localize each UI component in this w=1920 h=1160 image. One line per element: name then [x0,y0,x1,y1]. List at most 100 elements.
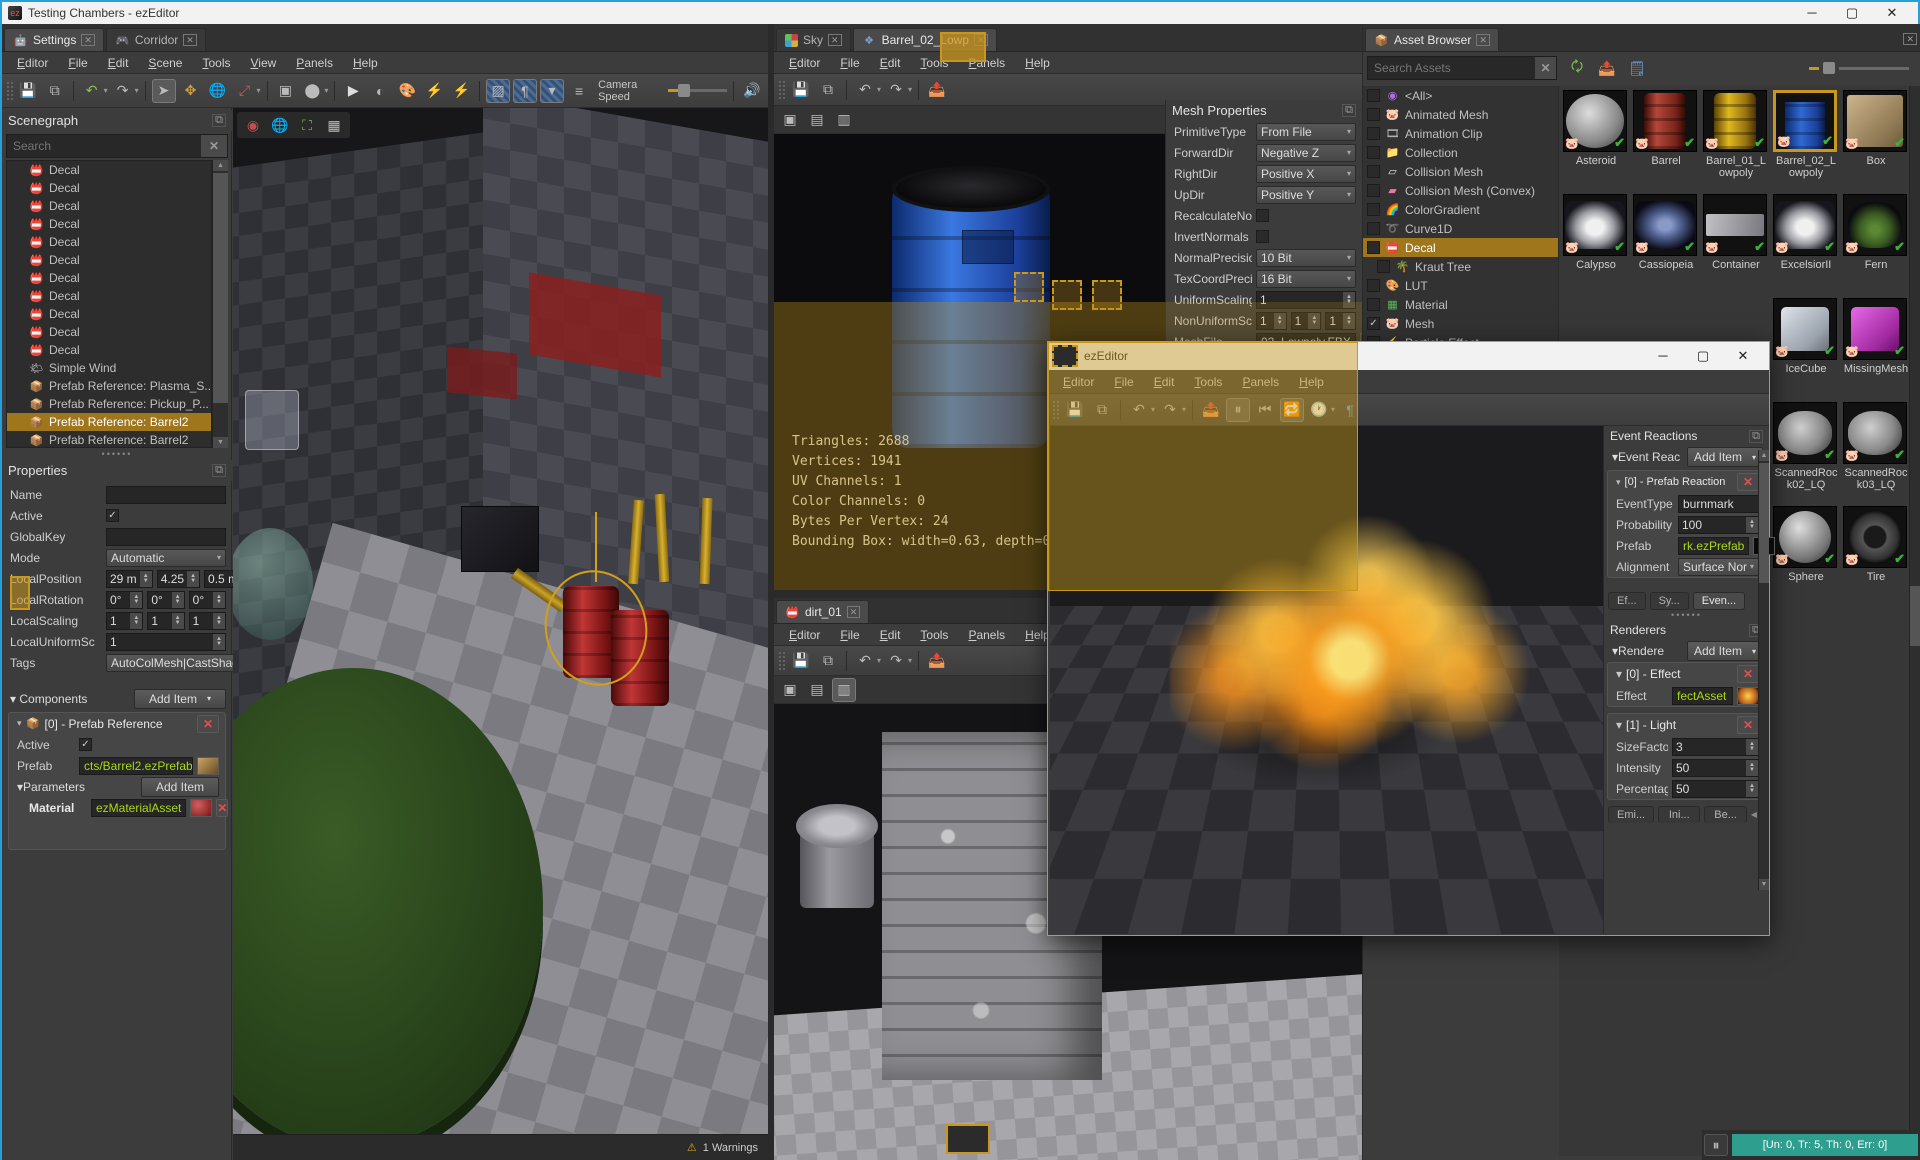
menu-file[interactable]: File [831,625,868,645]
active-checkbox[interactable]: ✓ [79,738,92,751]
scenegraph-item[interactable]: 📛 Decal [7,215,211,233]
spinner-arrows-icon[interactable]: ▲▼ [187,571,199,587]
spinner-arrows-icon[interactable]: ▲▼ [1746,517,1758,533]
fullscreen-icon[interactable]: ⛶ [295,113,319,137]
asset-item-excelsiorii[interactable]: 🐷 ✔ ExcelsiorII [1773,194,1839,271]
asset-search-input[interactable] [1368,58,1535,78]
menu-editor[interactable]: Editor [780,625,829,645]
close-panel-icon[interactable]: ✕ [1903,33,1917,45]
type-checkbox[interactable] [1367,89,1380,102]
clear-search-icon[interactable]: ✕ [1535,57,1556,79]
render-mode-icon[interactable]: ▣ [778,108,802,132]
type-checkbox[interactable] [1367,222,1380,235]
export-icon[interactable]: 📤 [925,649,949,673]
close-tab-icon[interactable]: ✕ [828,34,842,46]
add-event-reaction-button[interactable]: Add Item ▾ [1687,447,1763,467]
asset-thumbnail[interactable]: 🐷 ✔ [1563,194,1627,256]
flash-icon[interactable]: ⚡ [422,79,446,103]
asset-thumbnail[interactable]: 🐷 ✔ [1703,194,1767,256]
asset-type-kraut-tree[interactable]: 🌴 Kraut Tree [1363,257,1558,276]
undo-icon[interactable]: ↶ [853,78,877,102]
menu-file[interactable]: File [59,53,96,73]
type-checkbox[interactable] [1367,108,1380,121]
asset-thumbnail[interactable]: 🐷 ✔ [1563,90,1627,152]
scenegraph-item[interactable]: 📛 Decal [7,323,211,341]
parameters-expander[interactable]: ▾Parameters [17,780,85,794]
asset-item-sphere[interactable]: 🐷 ✔ Sphere [1773,506,1839,583]
asset-type-collision-mesh[interactable]: ▱ Collision Mesh [1363,162,1558,181]
grip-handle[interactable] [778,80,786,100]
dropdown-arrow-icon[interactable]: ▾ [135,86,139,95]
menu-scene[interactable]: Scene [139,53,191,73]
material-asset-field[interactable]: ezMaterialAsset [91,799,186,817]
export-red-icon[interactable]: 📤 [1595,56,1619,80]
prefab-thumb-button[interactable] [197,757,219,775]
number-spinner[interactable]: 50 ▲ ▼ [1672,780,1759,798]
number-spinner[interactable]: 50 ▲ ▼ [1672,759,1759,777]
asset-thumbnail[interactable]: 🐷 ✔ [1843,194,1907,256]
prefab-asset-field[interactable]: cts/Barrel2.ezPrefab [79,757,193,775]
menu-editor[interactable]: Editor [8,53,57,73]
spinner-arrows-icon[interactable]: ▲▼ [130,613,142,629]
spinner-arrows-icon[interactable]: ▲▼ [1746,760,1758,776]
add-renderer-button[interactable]: Add Item ▾ [1687,641,1763,661]
thumbnail-icon[interactable]: ▤ [805,678,829,702]
thumbnail-size-slider[interactable] [1809,62,1909,74]
type-checkbox[interactable] [1367,298,1380,311]
asset-thumbnail[interactable]: 🐷 ✔ [1633,90,1697,152]
minimize-button[interactable]: ─ [1792,5,1832,21]
asset-item-icecube[interactable]: 🐷 ✔ IceCube [1773,298,1839,375]
asset-type-animated-mesh[interactable]: 🐷 Animated Mesh [1363,105,1558,124]
select-dropdown[interactable]: From File ▾ [1256,123,1356,141]
float-panel-icon[interactable]: ⧉ [1342,104,1356,117]
flash2-icon[interactable]: ⚡ [449,79,473,103]
simulate-icon[interactable]: ◐ [368,79,392,103]
paint-icon[interactable]: 🎨 [395,79,419,103]
pause-log-button[interactable]: ⏸ [1704,1134,1728,1156]
scenegraph-item[interactable]: 📛 Decal [7,233,211,251]
asset-item-barrel[interactable]: 🐷 ✔ Barrel [1633,90,1699,167]
number-spinner[interactable]: 0° ▲ ▼ [147,591,184,609]
redo-icon[interactable]: ↷ [884,78,908,102]
spinner-arrows-icon[interactable]: ▲▼ [213,592,225,608]
remove-component-button[interactable]: ✕ [197,715,219,733]
remove-material-button[interactable]: ✕ [216,799,228,817]
select-icon[interactable]: ➤ [152,79,176,103]
float-panel-icon[interactable]: ⧉ [212,464,226,477]
spinner-arrows-icon[interactable]: ▲▼ [172,613,184,629]
asset-thumbnail[interactable]: 🐷 ✔ [1773,506,1837,568]
scenegraph-item[interactable]: 📛 Decal [7,305,211,323]
menu-edit[interactable]: Edit [99,53,138,73]
asset-type-lut[interactable]: 🎨 LUT [1363,276,1558,295]
number-spinner[interactable]: 3 ▲ ▼ [1672,738,1759,756]
selection-gizmo-axis[interactable] [595,512,597,582]
menu-tools[interactable]: Tools [911,625,957,645]
asset-item-fern[interactable]: 🐷 ✔ Fern [1843,194,1909,271]
asset-thumbnail[interactable]: 🐷 ✔ [1843,90,1907,152]
checkbox[interactable]: ✓ [106,509,119,522]
tab-asset-browser[interactable]: 📦 Asset Browser ✕ [1365,28,1499,51]
spinner-arrows-icon[interactable]: ▲▼ [172,592,184,608]
dock-scrollbar[interactable]: ▲ ▼ [1758,450,1769,890]
tab-corridor[interactable]: 🎮 Corridor ✕ [106,28,206,51]
undo-icon[interactable]: ↶ [80,79,104,103]
warning-label[interactable]: 1 Warnings [703,1142,758,1154]
asset-item-missingmesh[interactable]: 🐷 ✔ MissingMesh [1843,298,1909,375]
scenegraph-scrollbar[interactable]: ▲ ▼ [212,160,228,448]
type-checkbox[interactable] [1367,184,1380,197]
dropdown-arrow-icon[interactable]: ▾ [324,86,328,95]
renderer-tab-2[interactable]: Be... [1704,806,1746,823]
asset-reference-field[interactable]: rk.ezPrefab [1678,537,1749,555]
dock-tab-1[interactable]: Sy... [1650,592,1689,610]
asset-item-tire[interactable]: 🐷 ✔ Tire [1843,506,1909,583]
type-checkbox[interactable] [1367,165,1380,178]
checkbox[interactable] [1256,230,1269,243]
float-panel-icon[interactable]: ⧉ [1749,430,1763,443]
scenegraph-item[interactable]: 📛 Decal [7,197,211,215]
number-spinner[interactable]: 1 ▲ ▼ [147,612,184,630]
splitter-handle[interactable]: •••••• [1604,610,1769,620]
menu-panels[interactable]: Panels [287,53,342,73]
scenegraph-item[interactable]: 📦 Prefab Reference: Pickup_P... [7,395,211,413]
scene-viewport[interactable]: ◉ 🌐 ⛶ ▦ ⚠ 1 Warnings [233,108,768,1160]
status-counters[interactable]: [Un: 0, Tr: 5, Th: 0, Err: 0] [1732,1134,1918,1156]
